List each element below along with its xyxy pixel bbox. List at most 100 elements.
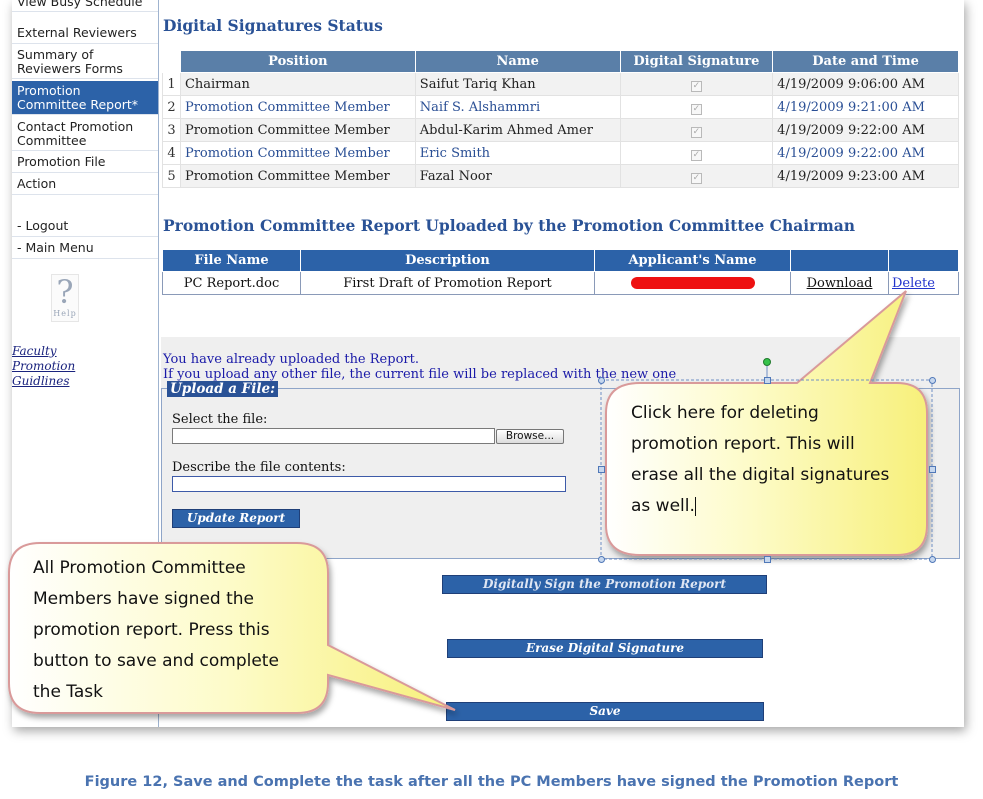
signature-checkbox: ✓ — [690, 126, 702, 138]
resize-handle[interactable] — [598, 377, 605, 384]
row-number: 2 — [162, 95, 181, 119]
help-button[interactable]: ? Help — [51, 274, 79, 322]
text-cursor — [694, 496, 696, 516]
callout-line: promotion report. This will — [631, 434, 855, 454]
signature-cell: ✓ — [619, 118, 774, 142]
signature-checkbox: ✓ — [690, 149, 702, 161]
name-cell: Abdul-Karim Ahmed Amer — [414, 118, 621, 142]
signature-checkbox: ✓ — [690, 80, 702, 92]
resize-handle[interactable] — [598, 466, 605, 473]
signature-checkbox: ✓ — [690, 103, 702, 115]
table-row: PC Report.doc First Draft of Promotion R… — [162, 271, 959, 295]
column-header-description: Description — [300, 249, 595, 272]
row-number: 3 — [162, 118, 181, 142]
sidebar-item-label: Promotion File — [17, 154, 106, 169]
resize-handle[interactable] — [764, 377, 771, 384]
figure-caption: Figure 12, Save and Complete the task af… — [84, 774, 899, 790]
sidebar-item-action[interactable]: Action — [12, 174, 158, 195]
file-name-cell: PC Report.doc — [162, 271, 301, 295]
table-row: 4 Promotion Committee Member Eric Smith … — [162, 141, 959, 165]
callout-line: as well. — [631, 491, 889, 522]
name-cell: Fazal Noor — [414, 164, 621, 188]
sidebar-item-contact-promotion-committee[interactable]: Contact Promotion Committee — [12, 117, 158, 151]
select-file-label: Select the file: — [172, 412, 268, 427]
row-number: 4 — [162, 141, 181, 165]
sidebar-item-view-busy-schedule[interactable]: View Busy Schedule — [12, 0, 158, 12]
update-report-button[interactable]: Update Report — [172, 509, 300, 528]
sidebar-item-label: Contact Promotion Committee — [17, 119, 134, 148]
sidebar-item-label: - Logout — [17, 218, 69, 233]
delete-cell: Delete — [888, 271, 959, 295]
digitally-sign-button[interactable]: Digitally Sign the Promotion Report — [442, 575, 767, 594]
sidebar-item-promotion-file[interactable]: Promotion File — [12, 152, 158, 173]
signature-cell: ✓ — [619, 72, 774, 96]
position-cell: Promotion Committee Member — [179, 164, 416, 188]
position-cell: Promotion Committee Member — [179, 95, 416, 119]
signature-cell: ✓ — [619, 164, 774, 188]
sidebar-item-label: Promotion Committee Report* — [17, 83, 139, 112]
upload-notice-line1: You have already uploaded the Report. — [163, 352, 419, 367]
resize-handle[interactable] — [929, 556, 936, 563]
column-header-digital-signature: Digital Signature — [619, 50, 774, 73]
description-cell: First Draft of Promotion Report — [300, 271, 595, 295]
column-header-file-name: File Name — [162, 249, 301, 272]
resize-handle[interactable] — [764, 556, 771, 563]
position-cell: Promotion Committee Member — [179, 118, 416, 142]
row-number: 1 — [162, 72, 181, 96]
redaction-mark — [630, 277, 755, 289]
sidebar-item-external-reviewers[interactable]: External Reviewers — [12, 23, 158, 44]
column-header-download — [790, 249, 889, 272]
table-row: 2 Promotion Committee Member Naif S. Als… — [162, 95, 959, 119]
upload-legend: Upload a File: — [167, 381, 279, 397]
question-mark-icon: ? — [56, 273, 74, 311]
sidebar-item-label: Action — [17, 176, 57, 191]
sidebar-item-summary-of-reviewers-forms[interactable]: Summary of Reviewers Forms — [12, 45, 158, 79]
save-callout-text: All Promotion Committee Members have sig… — [33, 553, 279, 708]
browse-button[interactable]: Browse... — [496, 429, 564, 444]
applicant-name-cell — [594, 271, 791, 295]
column-header-position: Position — [179, 50, 416, 73]
resize-handle[interactable] — [598, 556, 605, 563]
table-row: 3 Promotion Committee Member Abdul-Karim… — [162, 118, 959, 142]
column-header-date-time: Date and Time — [772, 50, 959, 73]
datetime-cell: 4/19/2009 9:06:00 AM — [772, 72, 959, 96]
file-description-input[interactable] — [172, 476, 566, 492]
callout-line: promotion report. Press this — [33, 620, 270, 640]
resize-handle[interactable] — [929, 466, 936, 473]
delete-callout-text: Click here for deleting promotion report… — [631, 398, 889, 522]
column-header-delete — [888, 249, 959, 272]
download-cell: Download — [790, 271, 889, 295]
signature-cell: ✓ — [619, 141, 774, 165]
position-cell: Promotion Committee Member — [179, 141, 416, 165]
sidebar-item-label: - Main Menu — [17, 240, 94, 255]
signature-checkbox: ✓ — [690, 172, 702, 184]
callout-line: the Task — [33, 682, 103, 702]
sidebar-item-promotion-committee-report[interactable]: Promotion Committee Report* — [12, 81, 158, 115]
file-path-input[interactable] — [172, 428, 495, 444]
name-cell: Saifut Tariq Khan — [414, 72, 621, 96]
sidebar-item-main-menu[interactable]: - Main Menu — [12, 238, 158, 259]
datetime-cell: 4/19/2009 9:21:00 AM — [772, 95, 959, 119]
callout-line-text: as well. — [631, 496, 695, 516]
describe-file-label: Describe the file contents: — [172, 460, 346, 475]
signatures-title: Digital Signatures Status — [163, 16, 383, 35]
datetime-cell: 4/19/2009 9:22:00 AM — [772, 118, 959, 142]
callout-line: Members have signed the — [33, 589, 254, 609]
report-files-table: File Name Description Applicant's Name P… — [162, 249, 959, 295]
report-title: Promotion Committee Report Uploaded by t… — [163, 216, 856, 235]
name-cell: Eric Smith — [414, 141, 621, 165]
table-row: 5 Promotion Committee Member Fazal Noor … — [162, 164, 959, 188]
delete-link[interactable]: Delete — [892, 276, 935, 291]
sidebar-item-label: View Busy Schedule — [17, 0, 143, 9]
sidebar-item-logout[interactable]: - Logout — [12, 216, 158, 237]
erase-signature-button[interactable]: Erase Digital Signature — [447, 639, 763, 658]
signatures-table: Position Name Digital Signature Date and… — [162, 50, 959, 188]
save-button[interactable]: Save — [446, 702, 764, 721]
signature-cell: ✓ — [619, 95, 774, 119]
resize-handle[interactable] — [929, 377, 936, 384]
faculty-promotion-guidelines-link[interactable]: Faculty Promotion Guidlines — [12, 344, 92, 389]
name-cell: Naif S. Alshammri — [414, 95, 621, 119]
callout-line: Click here for deleting — [631, 403, 819, 423]
table-row: 1 Chairman Saifut Tariq Khan ✓ 4/19/2009… — [162, 72, 959, 96]
download-link[interactable]: Download — [807, 276, 873, 291]
